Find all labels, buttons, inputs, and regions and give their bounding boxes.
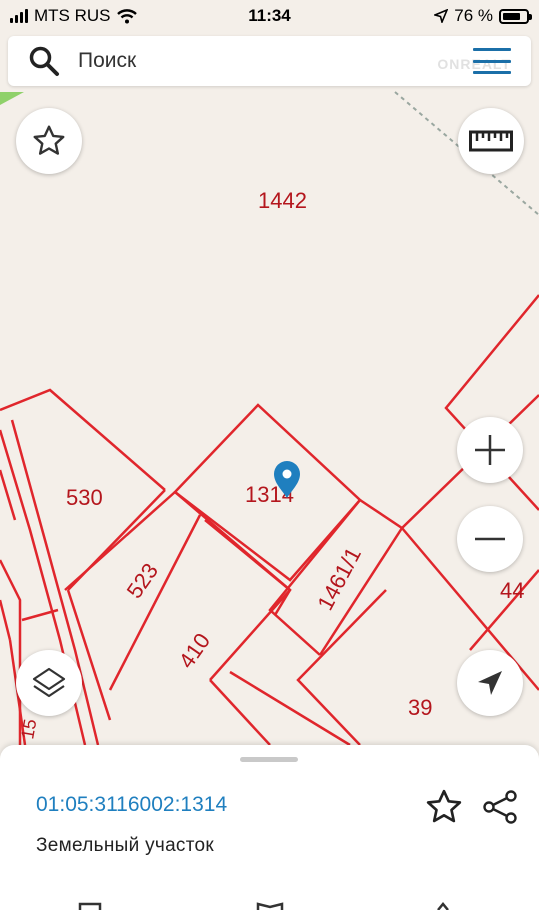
parcel-labels: 1442 530 1314 523 410 1461/1 44 39 15 (17, 188, 524, 741)
layers-button[interactable] (16, 650, 82, 716)
parcel-label: 410 (174, 628, 216, 672)
star-outline-icon (33, 125, 65, 155)
tab-bar (0, 885, 539, 910)
green-area (0, 92, 24, 105)
zoom-out-button[interactable] (457, 506, 523, 572)
parcel-label: 1442 (258, 188, 307, 213)
location-arrow-icon (434, 9, 449, 23)
object-type-label: Земельный участок (36, 835, 215, 856)
parcel-label: 44 (500, 578, 524, 603)
status-bar: MTS RUS 11:34 76 % (0, 0, 539, 32)
search-bar[interactable]: ONREALT (8, 36, 531, 86)
parcel-info-sheet[interactable]: 01:05:3116002:1314 Земельный участок (0, 745, 539, 910)
sheet-handle[interactable] (240, 757, 298, 762)
tab-bar-icons (78, 902, 449, 910)
parcel-label: 1461/1 (312, 543, 366, 614)
star-outline-icon[interactable] (424, 787, 464, 827)
menu-icon[interactable] (473, 48, 511, 74)
battery-percent: 76 % (454, 6, 493, 25)
ruler-icon (469, 130, 513, 152)
parcel-label: 530 (66, 485, 103, 510)
map-icon[interactable] (256, 902, 284, 910)
ruler-button[interactable] (458, 108, 524, 174)
status-right: 76 % (434, 6, 532, 26)
plus-icon (475, 435, 505, 465)
navigation-arrow-icon (478, 671, 502, 695)
share-icon[interactable] (480, 787, 520, 827)
cadastral-number-link[interactable]: 01:05:3116002:1314 (36, 793, 227, 817)
parcel-label: 15 (17, 717, 40, 740)
profile-icon[interactable] (437, 902, 449, 910)
favorite-map-button[interactable] (16, 108, 82, 174)
document-icon[interactable] (78, 902, 102, 910)
layers-icon (32, 667, 66, 698)
search-icon[interactable] (28, 45, 60, 77)
search-input[interactable] (78, 48, 448, 74)
zoom-in-button[interactable] (457, 417, 523, 483)
minus-icon (475, 537, 505, 541)
battery-icon (499, 8, 532, 24)
locate-me-button[interactable] (457, 650, 523, 716)
parcel-label: 39 (408, 695, 432, 720)
